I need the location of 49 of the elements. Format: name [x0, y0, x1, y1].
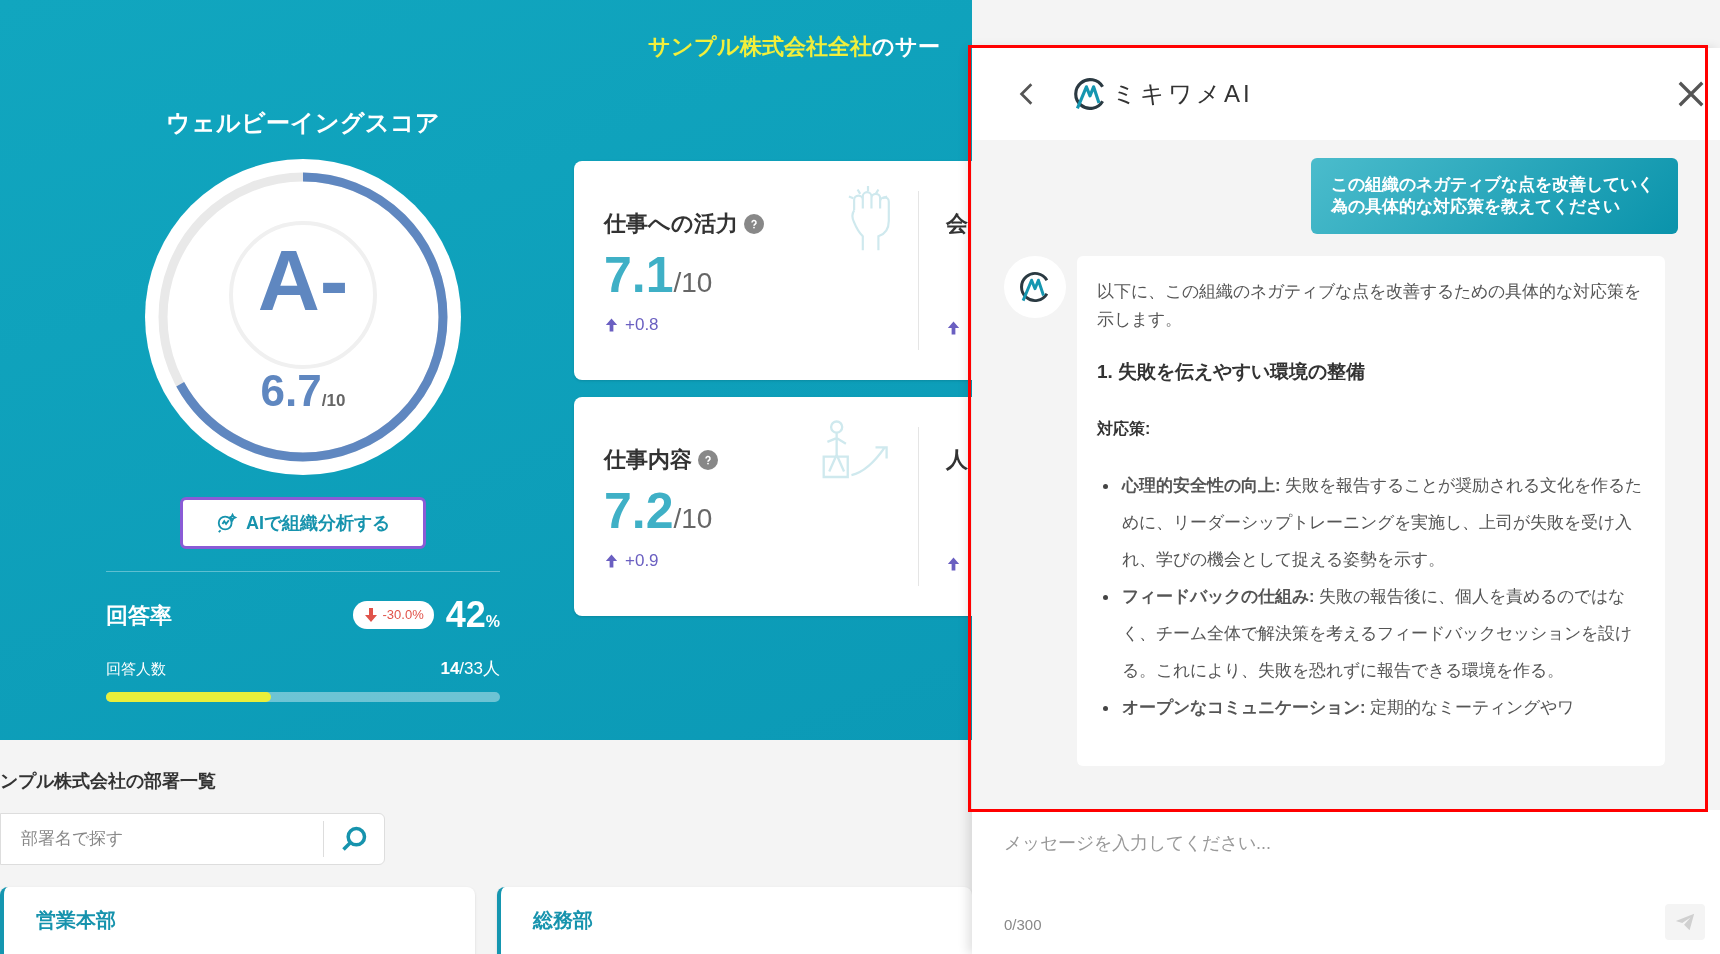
metric-value: 7.2 — [604, 486, 674, 536]
up-arrow-icon — [946, 556, 961, 572]
department-card[interactable]: 営業本部 — [0, 887, 475, 954]
response-rate-value: 42% — [445, 593, 500, 637]
section-title: ンプル株式会社の部署一覧 — [0, 770, 217, 793]
metric-value: 7.1 — [604, 250, 674, 300]
metric-max: /10 — [673, 269, 713, 297]
up-arrow-icon — [946, 320, 961, 336]
department-card[interactable]: 総務部 — [497, 887, 972, 954]
score-grade: A- — [257, 237, 349, 323]
send-icon — [1674, 911, 1696, 933]
bullet-text: オープンなコミュニケーション: 定期的なミーティングやワ — [1122, 696, 1575, 719]
metric-title: 仕事内容 — [604, 446, 692, 474]
search-icon[interactable] — [340, 825, 368, 853]
bullet-text: フィードバックの仕組み: 失敗の報告後に、個人を責めるのではなく、チーム全体で解決策を考えるフィードバックセッションを設ける。これにより、失敗を恐れずに報告できる環境を作る。 — [1122, 585, 1633, 682]
message-input[interactable]: メッセージを入力してください... — [1004, 830, 1688, 880]
chat-title: ミキワメAI — [1112, 79, 1253, 109]
bullet-icon — [1103, 483, 1108, 489]
ai-analysis-button[interactable]: AIで組織分析する — [180, 497, 426, 549]
message-label: 対応策: — [1097, 418, 1152, 439]
respondent-label: 回答人数 — [106, 658, 166, 679]
metric-title: 仕事への活力 — [604, 210, 738, 238]
help-icon[interactable] — [698, 449, 718, 470]
message-heading: 1. 失敗を伝えやすい環境の整備 — [1097, 360, 1367, 384]
metric-title: 人 — [946, 446, 968, 474]
analysis-icon — [216, 512, 238, 534]
department-name: 総務部 — [533, 909, 593, 931]
close-icon — [1676, 79, 1706, 109]
metric-title: 会 — [946, 210, 968, 238]
bullet-icon — [1103, 705, 1108, 711]
score-title: ウェルビーイングスコア — [166, 108, 440, 138]
search-input[interactable]: 部署名で探す — [1, 826, 323, 852]
score-max: /10 — [321, 392, 346, 409]
respondent-count: 14/33人 — [440, 658, 500, 680]
score-value: 6.7 — [260, 369, 322, 413]
metric-change: +0.9 — [625, 550, 659, 572]
search-field[interactable]: 部署名で探す — [0, 813, 385, 865]
bullet-text: 心理的安全性の向上: 失敗を報告することが奨励される文化を作るために、リーダーシップトレーニングを実施し、上司が失敗を受け入れ、学びの機会として捉える姿勢を示す。 — [1122, 474, 1644, 570]
user-message: この組織のネガティブな点を改善していく為の具体的な対応策を教えてください — [1311, 158, 1678, 234]
help-icon[interactable] — [744, 213, 764, 234]
page-title: サンプル株式会社全社のサー — [648, 34, 940, 59]
metric-max: /10 — [673, 505, 713, 533]
bullet-icon — [1103, 594, 1108, 600]
character-counter: 0/300 — [1004, 914, 1042, 935]
response-rate-label: 回答率 — [106, 601, 172, 630]
metric-change: +0.8 — [625, 314, 659, 336]
department-name: 営業本部 — [36, 909, 116, 931]
change-badge: -30.0% — [352, 601, 434, 629]
message-paragraph: 以下に、この組織のネガティブな点を改善するための具体的な対応策を示します。 — [1097, 281, 1642, 331]
